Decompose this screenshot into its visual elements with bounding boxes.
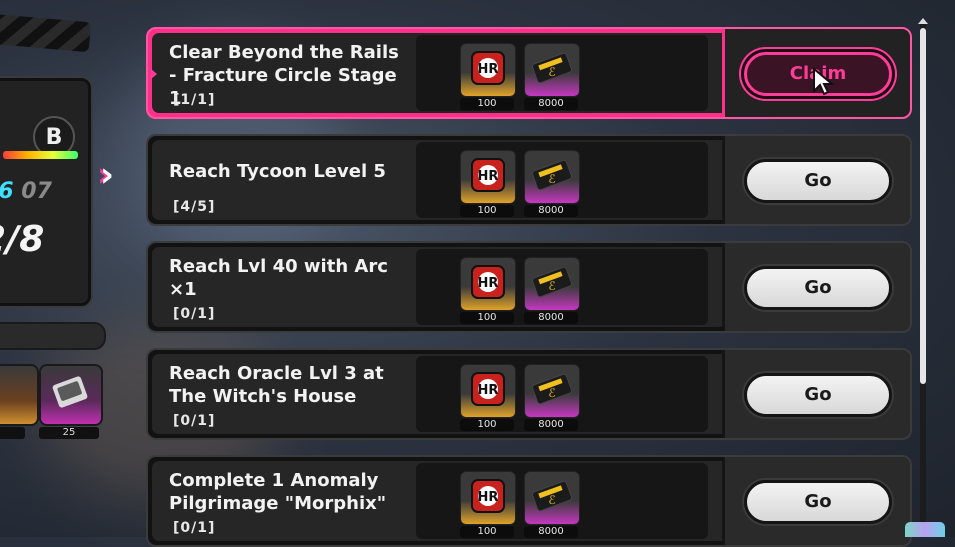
svg-text:HR: HR <box>478 276 499 291</box>
quest-title: Complete 1 Anomaly Pilgrimage "Morphix" <box>169 470 387 514</box>
ticket-icon: ℰ <box>532 373 572 405</box>
reward-item[interactable]: ℰ <box>524 364 580 418</box>
reward-item-partial[interactable] <box>0 364 39 426</box>
hr-token-icon: HR <box>471 265 505 299</box>
hr-token-icon: HR <box>471 479 505 513</box>
go-button[interactable]: Go <box>744 373 892 417</box>
item-count-partial <box>0 427 25 439</box>
svg-text:HR: HR <box>478 383 499 398</box>
chevron-right-icon[interactable]: › <box>100 158 114 192</box>
svg-text:ℰ: ℰ <box>548 65 555 79</box>
quest-title: Reach Oracle Lvl 3 at The Witch's House <box>169 363 384 407</box>
reward-count: 8000 <box>524 98 578 110</box>
corner-thumbnail[interactable] <box>905 522 945 537</box>
reward-count: 8000 <box>524 526 578 538</box>
reward-box: HR 100 ℰ 8000 <box>416 249 708 325</box>
reward-item[interactable]: HR <box>460 150 516 204</box>
reward-count: 8000 <box>524 312 578 324</box>
reward-count: 100 <box>460 419 514 431</box>
reward-count: 100 <box>460 205 514 217</box>
quest-progress: [1/1] <box>173 92 216 108</box>
item-count: 25 <box>39 427 99 439</box>
quest-title: Reach Lvl 40 with Arc ×1 <box>169 256 388 300</box>
hr-token-icon: HR <box>471 372 505 406</box>
level-current: 06 <box>0 179 14 204</box>
level-indicator: 06 07 <box>0 179 52 204</box>
svg-text:ℰ: ℰ <box>548 493 555 507</box>
hr-token-icon: HR <box>471 158 505 192</box>
go-button[interactable]: Go <box>744 159 892 203</box>
reward-item[interactable]: ℰ <box>524 43 580 97</box>
reward-box: HR 100 ℰ 8000 <box>416 356 708 432</box>
reward-item[interactable]: ℰ <box>524 150 580 204</box>
rank-color-bar <box>3 151 78 159</box>
quest-progress: [0/1] <box>173 413 216 429</box>
quest-card: Reach Tycoon Level 5 [4/5] HR 100 ℰ 8000… <box>146 134 912 226</box>
quest-title: Reach Tycoon Level 5 <box>169 161 386 182</box>
left-header-bar <box>0 13 92 53</box>
hr-token-icon: HR <box>471 51 505 85</box>
quest-progress: [0/1] <box>173 306 216 322</box>
svg-text:HR: HR <box>478 62 499 77</box>
svg-text:HR: HR <box>478 169 499 184</box>
quest-progress-total: 2/8 <box>0 219 45 260</box>
reward-item[interactable]: HR <box>460 43 516 97</box>
quest-card: Reach Oracle Lvl 3 at The Witch's House … <box>146 348 912 440</box>
svg-text:HR: HR <box>478 490 499 505</box>
action-zone: Go <box>722 243 910 331</box>
go-button[interactable]: Go <box>744 266 892 310</box>
svg-text:ℰ: ℰ <box>548 386 555 400</box>
card-pack-icon <box>52 376 88 408</box>
svg-text:ℰ: ℰ <box>548 172 555 186</box>
reward-count: 8000 <box>524 205 578 217</box>
level-panel: B 06 07 2/8 <box>0 78 91 306</box>
scroll-up-icon[interactable] <box>918 18 928 24</box>
reward-item[interactable]: HR <box>460 257 516 311</box>
quest-progress: [4/5] <box>173 199 216 215</box>
quest-card: Reach Lvl 40 with Arc ×1 [0/1] HR 100 ℰ … <box>146 241 912 333</box>
quest-card: Complete 1 Anomaly Pilgrimage "Morphix" … <box>146 455 912 547</box>
reward-box: HR 100 ℰ 8000 <box>416 142 708 218</box>
ticket-icon: ℰ <box>532 159 572 191</box>
reward-count: 100 <box>460 526 514 538</box>
reward-item[interactable]: HR <box>460 471 516 525</box>
level-max: 07 <box>21 179 52 204</box>
ticket-icon: ℰ <box>532 480 572 512</box>
reward-count: 100 <box>460 312 514 324</box>
mouse-cursor-icon <box>813 67 835 96</box>
ticket-icon: ℰ <box>532 52 572 84</box>
quest-card: Clear Beyond the Rails - Fracture Circle… <box>146 27 912 119</box>
rank-letter: B <box>45 124 63 150</box>
reward-item-card[interactable] <box>39 364 103 426</box>
reward-item[interactable]: ℰ <box>524 471 580 525</box>
svg-text:ℰ: ℰ <box>548 279 555 293</box>
ticket-icon: ℰ <box>532 266 572 298</box>
reward-box: HR 100 ℰ 8000 <box>416 35 708 111</box>
go-button[interactable]: Go <box>744 480 892 524</box>
scrollbar-thumb[interactable] <box>920 28 926 384</box>
reward-box: HR 100 ℰ 8000 <box>416 463 708 539</box>
left-tab-strip <box>0 322 106 350</box>
action-zone: Go <box>722 457 910 545</box>
reward-item[interactable]: HR <box>460 364 516 418</box>
selected-marker-icon <box>151 69 157 79</box>
reward-count: 8000 <box>524 419 578 431</box>
action-zone: Go <box>722 136 910 224</box>
reward-count: 100 <box>460 98 514 110</box>
reward-item[interactable]: ℰ <box>524 257 580 311</box>
action-zone: Go <box>722 350 910 438</box>
quest-progress: [0/1] <box>173 520 216 536</box>
